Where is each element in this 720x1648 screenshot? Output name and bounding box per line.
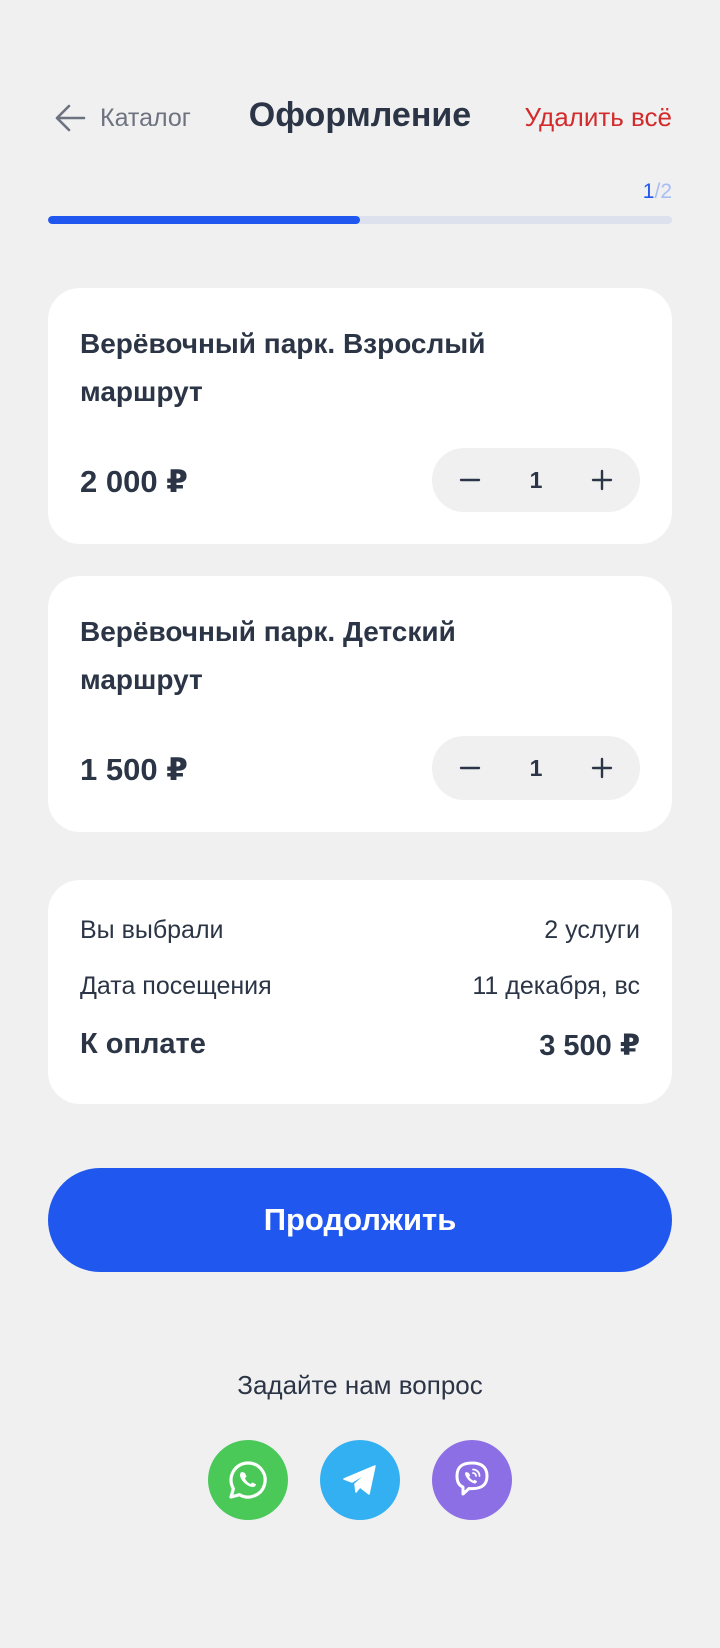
cart-item: Верёвочный парк. Взрослый маршрут 2 000 … xyxy=(48,288,672,544)
minus-icon xyxy=(459,478,481,482)
quantity-stepper: 1 xyxy=(432,736,640,800)
summary-value: 11 декабря, вс xyxy=(472,972,640,1000)
quantity-value: 1 xyxy=(529,466,543,493)
progress-fill xyxy=(48,216,360,224)
quantity-value: 1 xyxy=(529,754,543,781)
increase-button[interactable] xyxy=(564,736,640,800)
viber-button[interactable] xyxy=(432,1440,512,1520)
delete-all-button[interactable]: Удалить всё xyxy=(525,102,672,133)
order-summary: Вы выбрали 2 услуги Дата посещения 11 де… xyxy=(48,880,672,1104)
decrease-button[interactable] xyxy=(432,736,508,800)
summary-label: Дата посещения xyxy=(80,972,272,1000)
step-indicator: 1/2 xyxy=(643,180,672,204)
item-price: 2 000 ₽ xyxy=(80,464,188,499)
telegram-button[interactable] xyxy=(320,1440,400,1520)
item-name: Верёвочный парк. Детский маршрут xyxy=(80,616,456,695)
back-label: Каталог xyxy=(100,103,191,132)
decrease-button[interactable] xyxy=(432,448,508,512)
summary-row-total: К оплате 3 500 ₽ xyxy=(80,1028,640,1063)
summary-row-selected: Вы выбрали 2 услуги xyxy=(80,916,640,945)
minus-icon xyxy=(459,766,481,770)
viber-icon xyxy=(455,1461,489,1496)
whatsapp-icon xyxy=(229,1461,267,1499)
back-button[interactable]: Каталог xyxy=(54,102,191,134)
plus-icon xyxy=(591,469,613,491)
summary-label: Вы выбрали xyxy=(80,916,224,944)
progress-bar xyxy=(48,216,672,224)
total-value: 3 500 ₽ xyxy=(539,1030,640,1062)
arrow-left-icon xyxy=(54,102,86,134)
cart-item: Верёвочный парк. Детский маршрут 1 500 ₽… xyxy=(48,576,672,832)
total-label: К оплате xyxy=(80,1028,206,1060)
item-price: 1 500 ₽ xyxy=(80,752,188,787)
plus-icon xyxy=(591,757,613,779)
telegram-icon xyxy=(343,1465,376,1495)
step-current: 1 xyxy=(642,180,655,203)
whatsapp-button[interactable] xyxy=(208,1440,288,1520)
header: Каталог Оформление Удалить всё xyxy=(48,92,672,148)
ask-question-label: Задайте нам вопрос xyxy=(237,1370,483,1400)
social-links xyxy=(0,1440,720,1520)
quantity-stepper: 1 xyxy=(432,448,640,512)
item-name: Верёвочный парк. Взрослый маршрут xyxy=(80,328,486,407)
summary-value: 2 услуги xyxy=(544,916,640,944)
step-total: 2 xyxy=(660,180,672,203)
summary-row-date: Дата посещения 11 декабря, вс xyxy=(80,972,640,1001)
increase-button[interactable] xyxy=(564,448,640,512)
continue-button[interactable]: Продолжить xyxy=(48,1168,672,1272)
